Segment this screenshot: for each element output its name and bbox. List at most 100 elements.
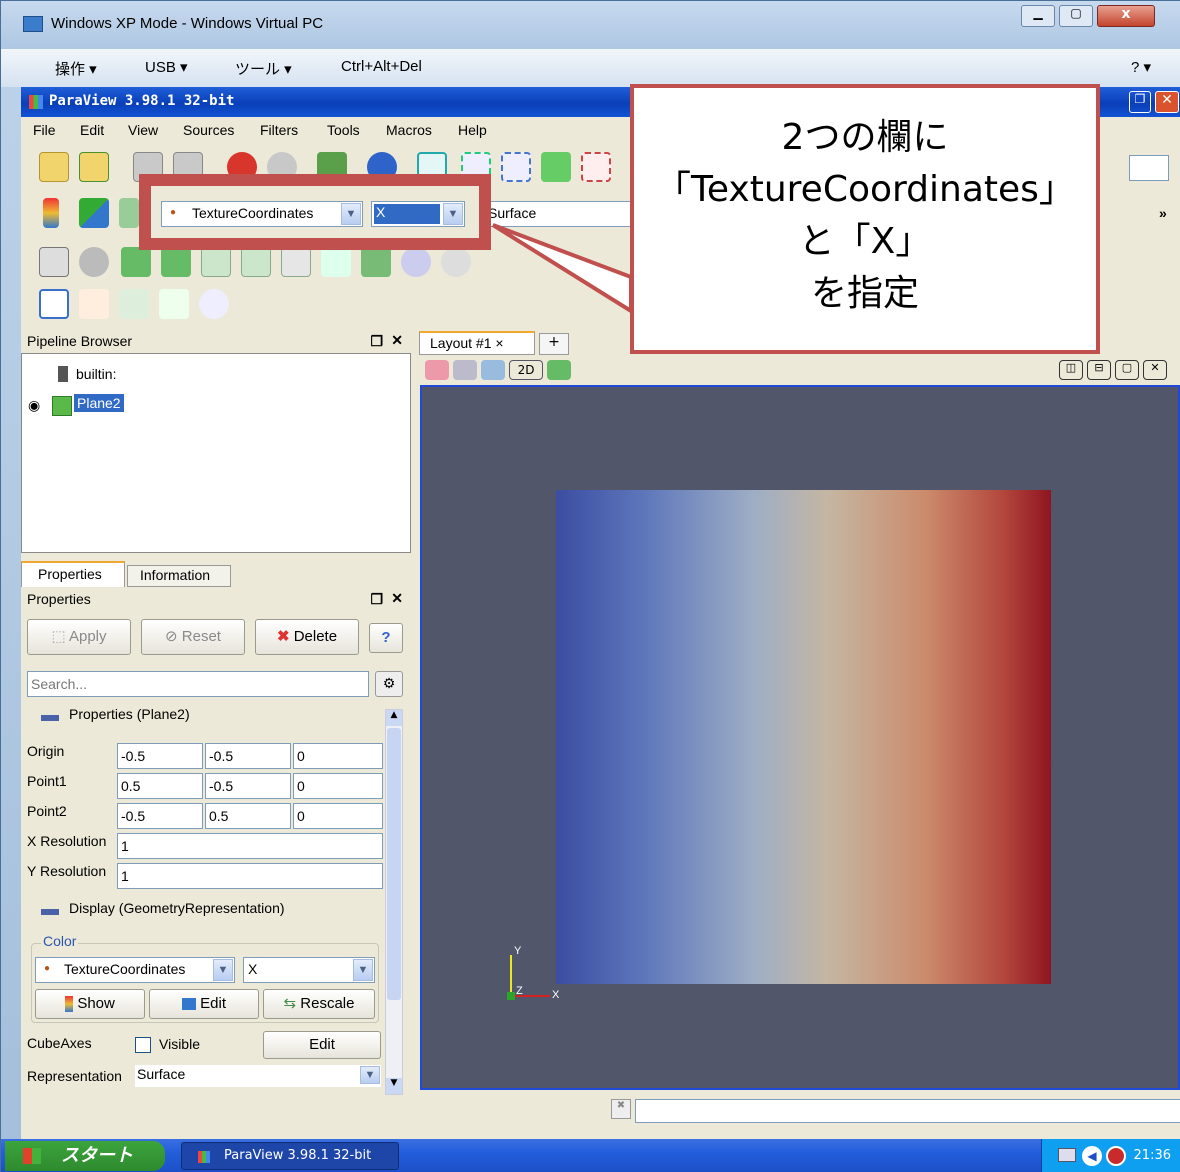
histogram-icon[interactable] [119,289,149,319]
help-button[interactable]: ? [369,623,403,653]
close-view-icon[interactable]: ✕ [1143,360,1167,380]
visible-checkbox[interactable] [135,1037,151,1053]
minimize-button[interactable]: ▁ [1021,5,1055,27]
select-frustum-icon[interactable] [581,152,611,182]
menu-operation[interactable]: 操作 ▾ [55,58,97,79]
split-horizontal-icon[interactable]: ◫ [1059,360,1083,380]
pipeline-item-builtin[interactable]: builtin: [76,366,116,382]
point1-y-field[interactable]: -0.5 [205,773,291,799]
toggle-2d-button[interactable]: 2D [509,360,543,380]
float-icon[interactable]: ❐ [370,591,383,608]
maximize-button[interactable]: ▢ [1059,5,1093,27]
slice-icon[interactable] [161,247,191,277]
select-points-icon[interactable] [501,152,531,182]
edit-color-map-button[interactable]: Edit [149,989,259,1019]
contour-icon[interactable] [79,247,109,277]
show-color-legend-button[interactable]: Show [35,989,145,1019]
delete-button[interactable]: ✖ Delete [255,619,359,655]
plot-over-line-icon[interactable] [79,289,109,319]
reset-button[interactable]: ⊘ Reset [141,619,245,655]
close-icon[interactable]: ✕ [391,590,403,607]
tab-properties[interactable]: Properties [21,561,125,587]
plot-selection-icon[interactable] [159,289,189,319]
reset-camera-icon[interactable] [425,360,449,380]
render-view[interactable]: Y X Z [420,385,1180,1090]
calculator-icon[interactable] [39,247,69,277]
menu-sources[interactable]: Sources [183,122,234,138]
time-field[interactable] [1129,155,1169,181]
warp-icon[interactable] [361,247,391,277]
gear-icon[interactable]: ⚙ [375,671,403,697]
apply-button[interactable]: ⬚ Apply [27,619,131,655]
menu-ctrl-alt-del[interactable]: Ctrl+Alt+Del [341,58,422,75]
stream-tracer-icon[interactable] [321,247,351,277]
point1-x-field[interactable]: 0.5 [117,773,203,799]
threshold-icon[interactable] [201,247,231,277]
section-collapse-icon[interactable] [41,715,59,721]
menu-tools[interactable]: Tools [327,122,360,138]
point1-z-field[interactable]: 0 [293,773,383,799]
toolbar-overflow-icon[interactable]: » [1159,205,1167,221]
extract-level-icon[interactable] [441,247,471,277]
rescale-icon[interactable] [119,198,139,228]
point2-x-field[interactable]: -0.5 [117,803,203,829]
origin-x-field[interactable]: -0.5 [117,743,203,769]
zoom-box-icon[interactable] [453,360,477,380]
open-icon[interactable] [39,152,69,182]
axes-grid-icon[interactable] [199,289,229,319]
scroll-thumb[interactable] [387,728,401,1000]
menu-help[interactable]: Help [458,122,487,138]
origin-z-field[interactable]: 0 [293,743,383,769]
edit-color-map-icon[interactable] [79,198,109,228]
menu-edit[interactable]: Edit [80,122,104,138]
tab-information[interactable]: Information [127,565,231,587]
x-resolution-field[interactable]: 1 [117,833,383,859]
clear-output-icon[interactable]: ✖ [611,1099,631,1119]
glyph-icon[interactable] [281,247,311,277]
close-icon[interactable]: ✕ [1155,91,1179,113]
scroll-down-icon[interactable]: ▼ [386,1078,402,1094]
menu-macros[interactable]: Macros [386,122,432,138]
toggle-color-legend-icon[interactable] [43,198,59,228]
float-icon[interactable]: ❐ [370,333,383,350]
python-shell-input[interactable] [635,1099,1180,1123]
start-button[interactable]: スタート [5,1141,165,1171]
split-vertical-icon[interactable]: ⊟ [1087,360,1111,380]
scroll-up-icon[interactable]: ▲ [386,710,402,726]
maximize-view-icon[interactable]: ▢ [1115,360,1139,380]
properties-scrollbar[interactable]: ▲ ▼ [385,709,403,1095]
menu-usb[interactable]: USB ▾ [145,58,188,76]
pipeline-item-plane2[interactable]: Plane2 [74,394,124,412]
menu-tools[interactable]: ツール ▾ [235,58,292,79]
point2-y-field[interactable]: 0.5 [205,803,291,829]
rescale-button[interactable]: ⇆ Rescale [263,989,375,1019]
add-layout-tab[interactable]: + [539,333,569,355]
close-icon[interactable]: ✕ [391,332,403,349]
color-array-select[interactable]: ● TextureCoordinates ▼ [35,957,235,983]
probe-icon[interactable] [39,289,69,319]
group-icon[interactable] [401,247,431,277]
close-button[interactable]: x [1097,5,1155,27]
menu-view[interactable]: View [128,122,158,138]
menu-filters[interactable]: Filters [260,122,298,138]
save-state-icon[interactable] [79,152,109,182]
point2-z-field[interactable]: 0 [293,803,383,829]
visibility-eye-icon[interactable]: ◉ [28,398,40,414]
layout-tab[interactable]: Layout #1 × [419,331,535,355]
component-select[interactable]: X ▼ [243,957,375,983]
security-shield-icon[interactable] [1106,1146,1126,1166]
clip-icon[interactable] [121,247,151,277]
properties-search-input[interactable]: Search... [27,671,369,697]
representation-select[interactable]: Surface ▼ [135,1065,381,1087]
taskbar-item-paraview[interactable]: ParaView 3.98.1 32-bit [181,1142,399,1170]
help-menu[interactable]: ? ▾ [1131,58,1151,76]
section-collapse-icon[interactable] [41,909,59,915]
menu-file[interactable]: File [33,122,56,138]
select-block-icon[interactable] [541,152,571,182]
origin-y-field[interactable]: -0.5 [205,743,291,769]
keyboard-icon[interactable] [1058,1148,1076,1162]
cube-axes-edit-button[interactable]: Edit [263,1031,381,1059]
expand-tray-icon[interactable]: ◀ [1082,1146,1102,1166]
capture-icon[interactable] [547,360,571,380]
y-resolution-field[interactable]: 1 [117,863,383,889]
